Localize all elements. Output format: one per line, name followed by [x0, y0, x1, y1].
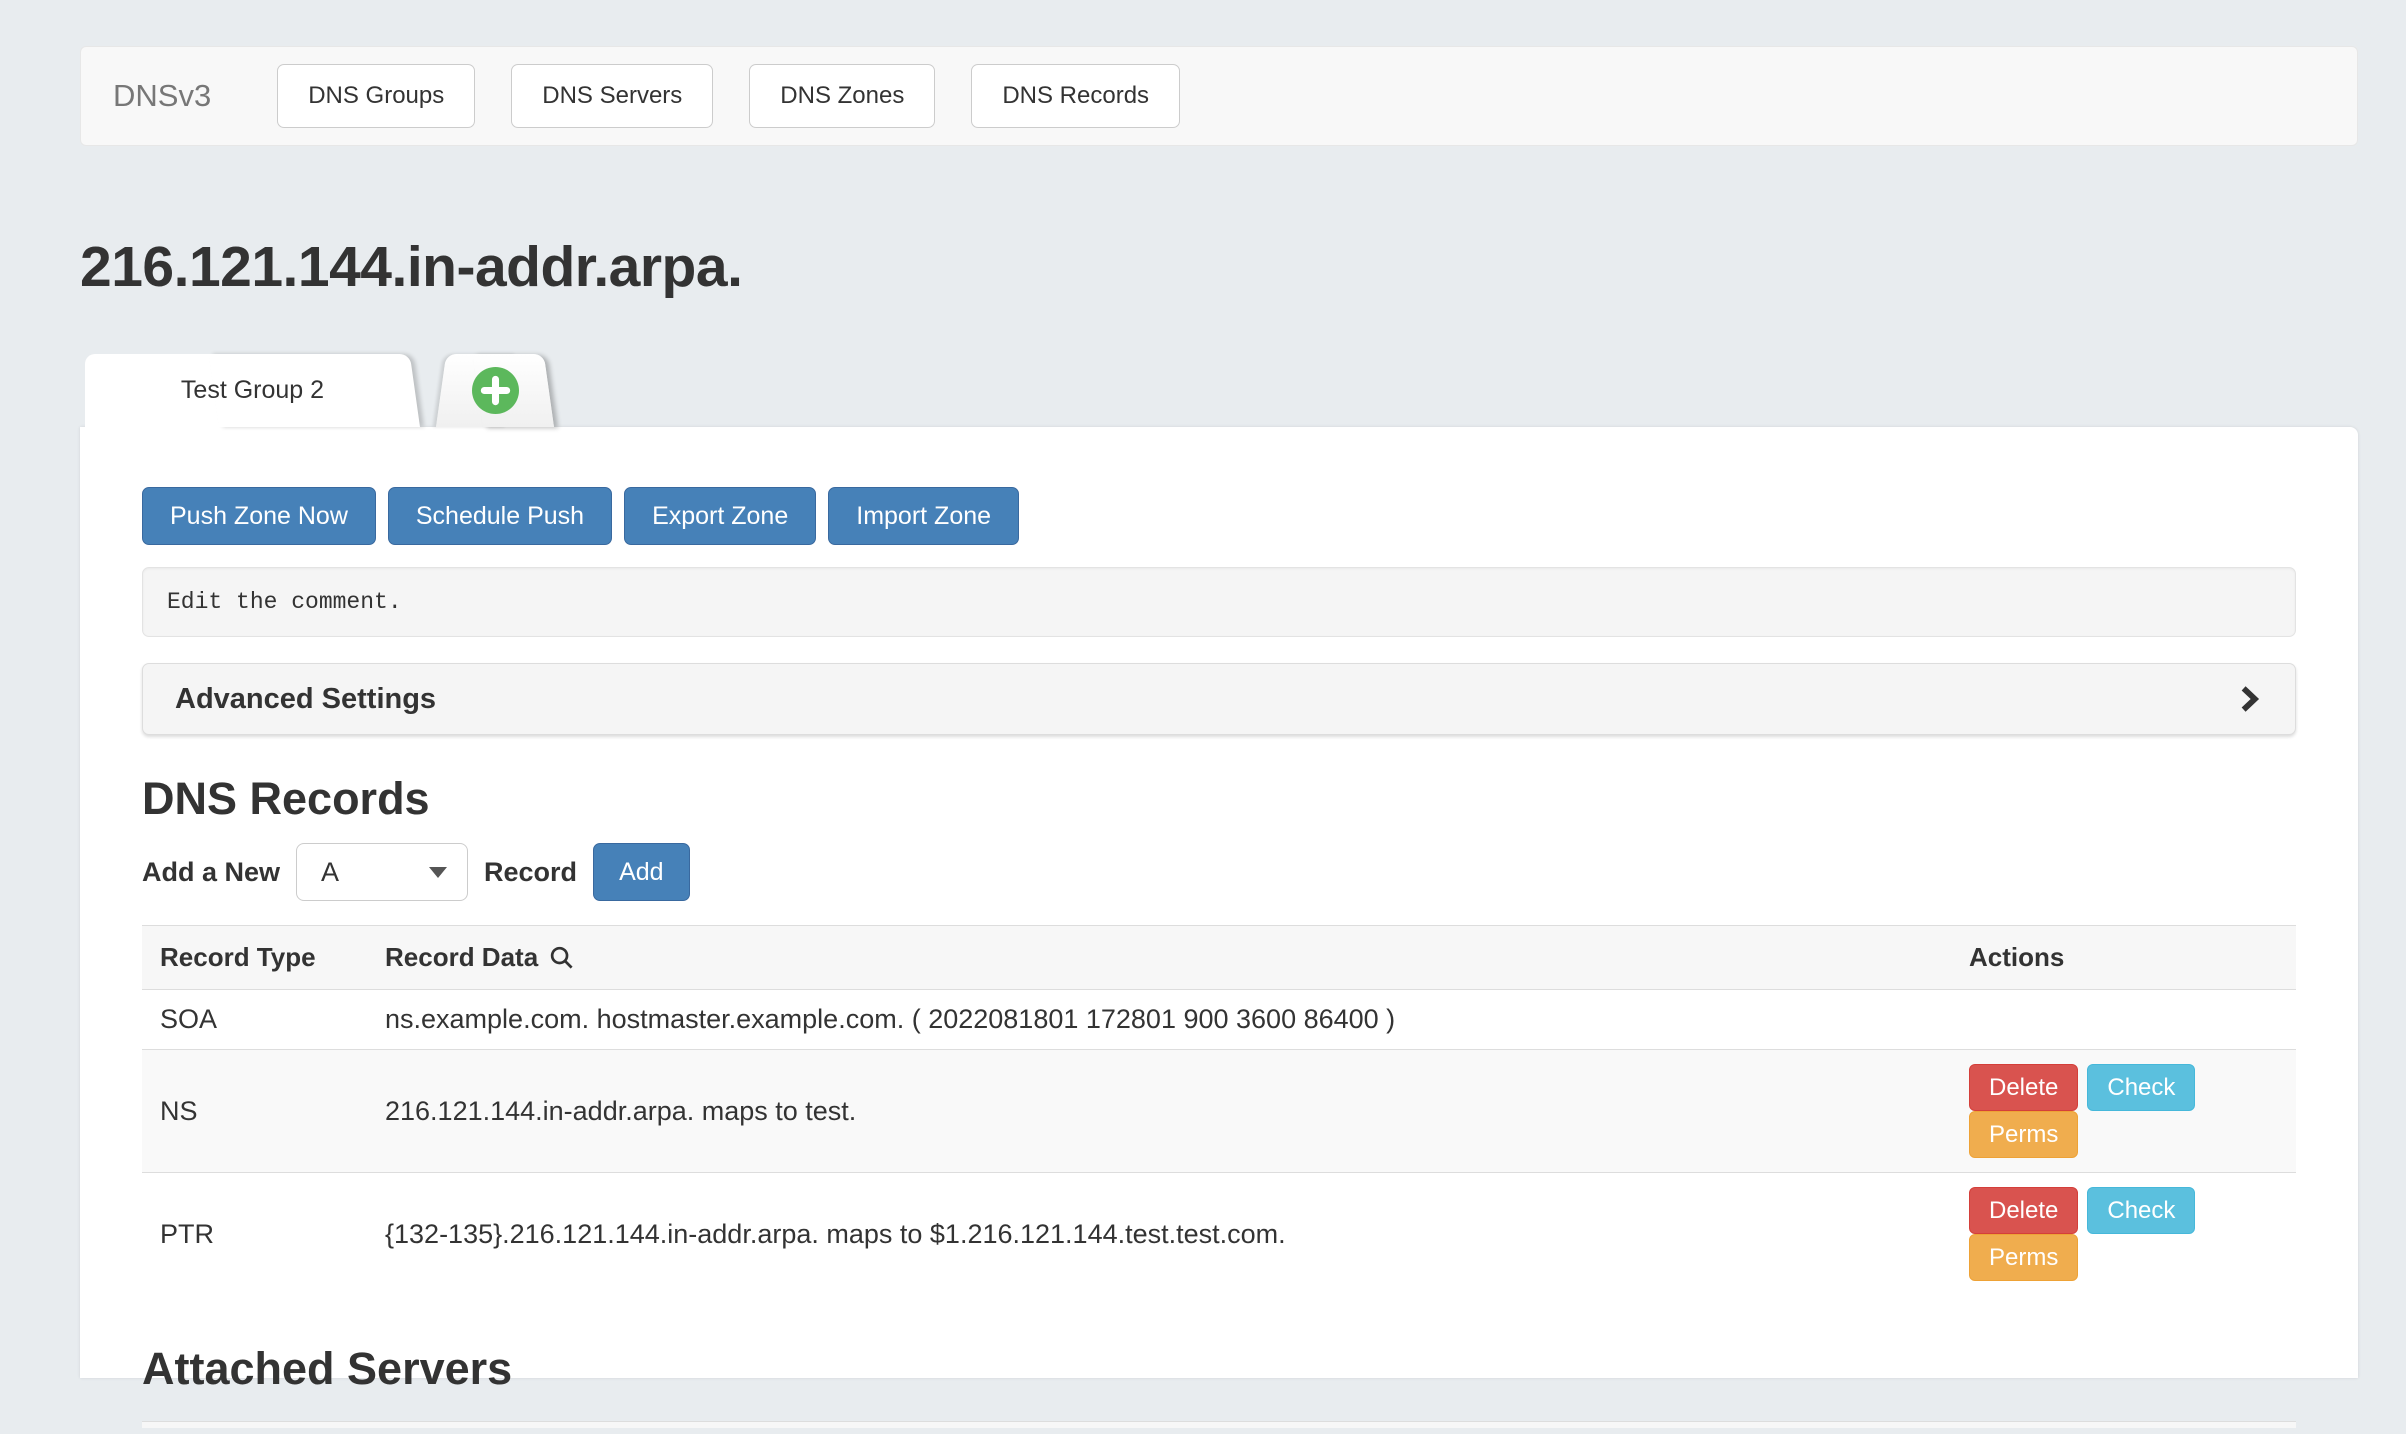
attached-servers-table-edge	[142, 1421, 2296, 1428]
navbar-button[interactable]: DNS Groups	[277, 64, 475, 128]
tab-label: Test Group 2	[85, 354, 420, 427]
navbar-button-label: DNS Zones	[780, 82, 904, 110]
add-record-suffix-label: Record	[484, 857, 577, 888]
zone-comment-field[interactable]: Edit the comment.	[142, 567, 2296, 637]
record-action-button[interactable]: Perms	[1969, 1234, 2078, 1281]
navbar-button-label: DNS Groups	[308, 82, 444, 110]
plus-icon	[472, 367, 519, 414]
zone-action-button[interactable]: Schedule Push	[388, 487, 612, 545]
zone-action-button[interactable]: Export Zone	[624, 487, 816, 545]
zone-action-buttons: Push Zone Now Schedule Push Export Zone Imp…	[142, 487, 2296, 545]
advanced-settings-label: Advanced Settings	[175, 683, 436, 716]
zone-comment-text: Edit the comment.	[167, 589, 402, 615]
record-actions-cell: DeleteCheckPerms	[1951, 1050, 2296, 1173]
navbar-button-label: DNS Servers	[542, 82, 682, 110]
record-action-button[interactable]: Delete	[1969, 1187, 2078, 1234]
tab-bar: Test Group 2	[85, 354, 2406, 427]
record-data-cell: ns.example.com. hostmaster.example.com. …	[367, 990, 1951, 1050]
record-action-button[interactable]: Check	[2087, 1064, 2195, 1111]
zone-action-label: Export Zone	[652, 502, 788, 531]
record-data-cell: 216.121.144.in-addr.arpa. maps to test.	[367, 1050, 1951, 1173]
page-title: 216.121.144.in-addr.arpa.	[80, 234, 2406, 300]
advanced-settings-expander[interactable]: Advanced Settings	[142, 663, 2296, 735]
record-row: SOA ns.example.com. hostmaster.example.c…	[142, 990, 2296, 1050]
record-actions-cell	[1951, 990, 2296, 1050]
navbar-button[interactable]: DNS Zones	[749, 64, 935, 128]
record-type-cell: SOA	[142, 990, 367, 1050]
add-record-button[interactable]: Add	[593, 843, 689, 901]
zone-action-button[interactable]: Push Zone Now	[142, 487, 376, 545]
column-header-actions: Actions	[1951, 926, 2296, 990]
record-actions-cell: DeleteCheckPerms	[1951, 1173, 2296, 1296]
column-header-record-data: Record Data	[367, 926, 1951, 990]
navbar-buttons: DNS Groups DNS Servers DNS Zones DNS Record…	[277, 64, 1216, 128]
record-data-header-label: Record Data	[385, 942, 538, 973]
dns-records-heading: DNS Records	[142, 773, 2296, 825]
add-record-prefix-label: Add a New	[142, 857, 280, 888]
zone-panel: Push Zone Now Schedule Push Export Zone Imp…	[80, 427, 2358, 1378]
table-header-row: Record Type Record Data Actions	[142, 926, 2296, 990]
dns-records-table: Record Type Record Data Actions	[142, 925, 2296, 1295]
column-header-record-type: Record Type	[142, 926, 367, 990]
record-type-cell: PTR	[142, 1173, 367, 1296]
search-icon[interactable]	[548, 944, 575, 971]
attached-servers-heading: Attached Servers	[142, 1343, 2296, 1395]
navbar-button-label: DNS Records	[1002, 82, 1149, 110]
zone-action-label: Schedule Push	[416, 502, 584, 531]
record-action-button[interactable]: Delete	[1969, 1064, 2078, 1111]
app-brand: DNSv3	[113, 78, 211, 114]
navbar-button[interactable]: DNS Servers	[511, 64, 713, 128]
record-data-cell: {132-135}.216.121.144.in-addr.arpa. maps…	[367, 1173, 1951, 1296]
record-row: PTR {132-135}.216.121.144.in-addr.arpa. …	[142, 1173, 2296, 1296]
record-type-selected-value: A	[321, 857, 339, 888]
zone-action-label: Import Zone	[856, 502, 991, 531]
chevron-right-icon	[2233, 684, 2263, 714]
zone-action-button[interactable]: Import Zone	[828, 487, 1019, 545]
record-action-button[interactable]: Check	[2087, 1187, 2195, 1234]
navbar: DNSv3 DNS GroupsDNS ServersDNS ZonesDNS …	[80, 46, 2358, 146]
zone-action-label: Push Zone Now	[170, 502, 348, 531]
chevron-down-icon	[429, 867, 447, 878]
record-row: NS 216.121.144.in-addr.arpa. maps to tes…	[142, 1050, 2296, 1173]
navbar-button[interactable]: DNS Records	[971, 64, 1180, 128]
record-type-cell: NS	[142, 1050, 367, 1173]
record-action-button[interactable]: Perms	[1969, 1111, 2078, 1158]
add-record-row: Add a New A Record Add	[142, 843, 2296, 901]
add-tab-button[interactable]	[436, 354, 554, 427]
record-type-select[interactable]: A	[296, 843, 468, 901]
tab-test-group-2[interactable]: Test Group 2	[85, 354, 420, 427]
